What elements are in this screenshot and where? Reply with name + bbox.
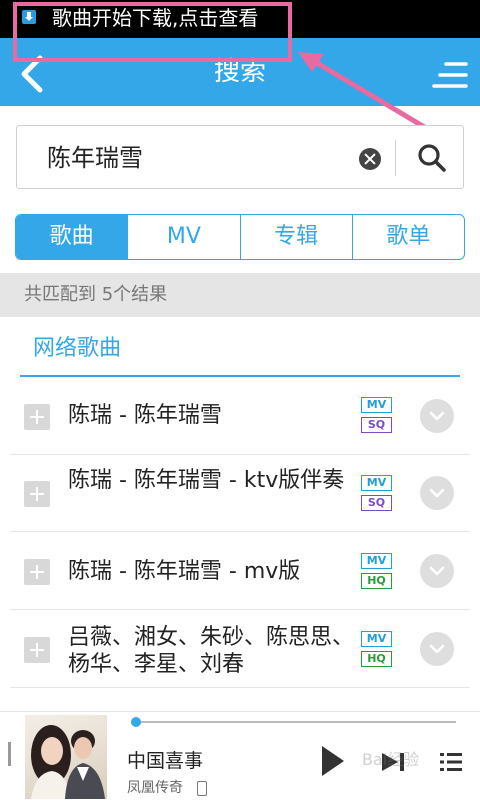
section-title: 网络歌曲: [33, 336, 122, 361]
mv-badge: MV: [361, 397, 392, 413]
notification-highlight-box: [13, 2, 292, 62]
song-row[interactable]: 陈瑞 - 陈年瑞雪 - mv版 MV HQ: [10, 532, 470, 610]
mv-badge: MV: [361, 553, 392, 569]
add-icon[interactable]: [24, 559, 50, 585]
now-playing-artist: 凤凰传奇: [127, 780, 183, 796]
tab-playlists[interactable]: 歌单: [353, 215, 464, 259]
progress-knob[interactable]: [131, 717, 141, 727]
progress-track[interactable]: [136, 721, 456, 723]
sq-badge: SQ: [361, 495, 392, 511]
song-title: 陈瑞 - 陈年瑞雪: [68, 403, 222, 428]
tab-mv[interactable]: MV: [128, 215, 241, 259]
phone-icon: [197, 781, 207, 796]
now-playing-title: 中国喜事: [127, 750, 204, 772]
chevron-down-icon[interactable]: [420, 476, 454, 510]
song-title: 陈瑞 - 陈年瑞雪 - ktv版伴奏: [68, 468, 345, 493]
song-row[interactable]: 陈瑞 - 陈年瑞雪 MV SQ: [10, 380, 470, 455]
song-row[interactable]: 吕薇、湘女、朱砂、陈思思、杨华、李星、刘春 MV HQ: [10, 610, 470, 688]
chevron-down-icon[interactable]: [420, 632, 454, 666]
play-icon[interactable]: [321, 745, 345, 777]
album-cover[interactable]: [25, 715, 107, 799]
chevron-down-icon[interactable]: [420, 554, 454, 588]
next-icon[interactable]: [380, 752, 406, 772]
hq-badge: HQ: [361, 573, 392, 589]
search-divider: [395, 140, 396, 176]
chevron-down-icon[interactable]: [420, 399, 454, 433]
search-icon[interactable]: [417, 143, 447, 173]
drag-handle[interactable]: [8, 742, 11, 766]
add-icon[interactable]: [24, 481, 50, 507]
search-input[interactable]: 陈年瑞雪: [47, 142, 143, 174]
song-title: 陈瑞 - 陈年瑞雪 - mv版: [68, 559, 301, 584]
song-title: 吕薇、湘女、朱砂、陈思思、杨华、李星、刘春: [68, 625, 355, 677]
song-row[interactable]: 陈瑞 - 陈年瑞雪 - ktv版伴奏 MV SQ: [10, 455, 470, 532]
playlist-icon[interactable]: [440, 752, 462, 772]
mini-player: 中国喜事 凤凰传奇: [0, 711, 480, 800]
menu-icon[interactable]: [432, 60, 468, 90]
tab-albums[interactable]: 专辑: [241, 215, 353, 259]
section-underline: [20, 375, 460, 377]
category-tabs: 歌曲 MV 专辑 歌单: [15, 214, 465, 260]
hq-badge: HQ: [361, 651, 392, 667]
add-icon[interactable]: [24, 637, 50, 663]
tab-songs[interactable]: 歌曲: [16, 215, 129, 259]
result-count: 共匹配到 5个结果: [24, 284, 168, 305]
result-count-bar: 共匹配到 5个结果: [0, 273, 480, 317]
sq-badge: SQ: [361, 417, 392, 433]
add-icon[interactable]: [24, 404, 50, 430]
mv-badge: MV: [361, 631, 392, 647]
clear-icon[interactable]: [359, 148, 381, 170]
search-box[interactable]: 陈年瑞雪: [16, 125, 464, 189]
mv-badge: MV: [361, 475, 392, 491]
